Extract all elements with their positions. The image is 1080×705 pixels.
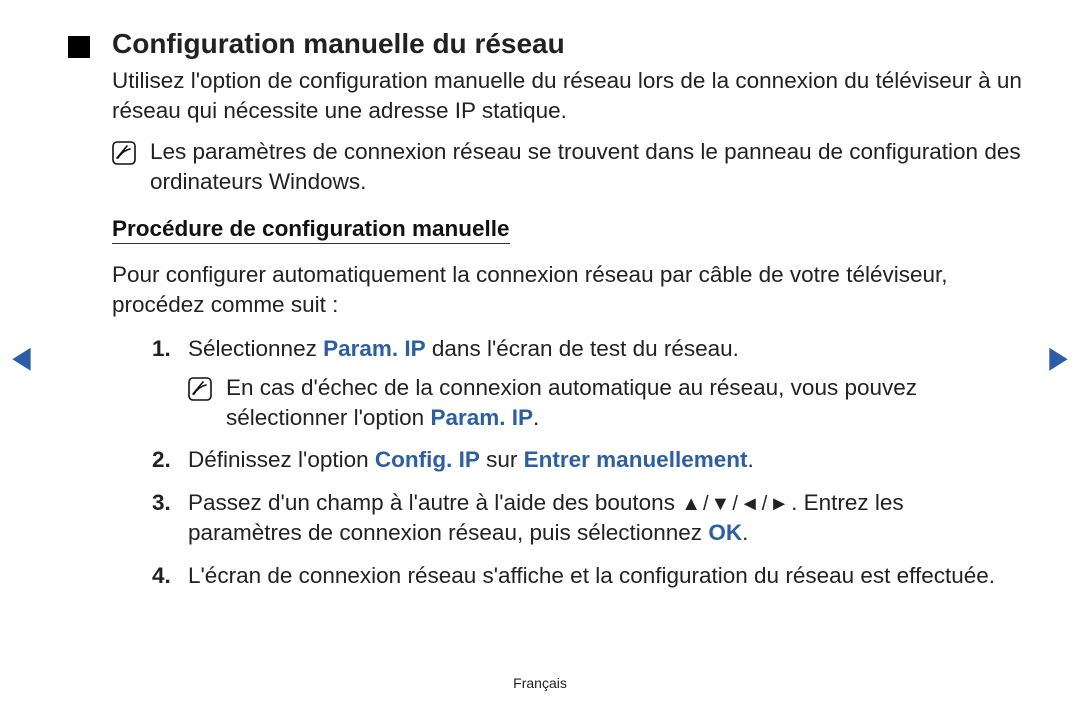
dpad-arrows-icon: ▲/▼/◄/► bbox=[681, 493, 791, 515]
subhead-wrap: Procédure de configuration manuelle bbox=[58, 216, 1022, 252]
text: L'écran de connexion réseau s'affiche et… bbox=[188, 563, 995, 588]
text: . bbox=[742, 520, 748, 545]
step-body: Passez d'un champ à l'autre à l'aide des… bbox=[188, 488, 1022, 549]
nav-prev-icon[interactable]: ◀ bbox=[12, 340, 30, 375]
text: Sélectionnez bbox=[188, 336, 323, 361]
step-2: 2. Définissez l'option Config. IP sur En… bbox=[152, 445, 1022, 475]
text: Définissez l'option bbox=[188, 447, 375, 472]
note-icon bbox=[188, 377, 212, 434]
nav-next-icon[interactable]: ▶ bbox=[1049, 340, 1067, 375]
step-body: L'écran de connexion réseau s'affiche et… bbox=[188, 561, 1022, 591]
step-number: 4. bbox=[152, 561, 178, 591]
text: dans l'écran de test du réseau. bbox=[426, 336, 739, 361]
step-1-note: En cas d'échec de la connexion automatiq… bbox=[188, 373, 1022, 434]
page-language-footer: Français bbox=[0, 675, 1080, 691]
intro-text: Utilisez l'option de configuration manue… bbox=[112, 66, 1022, 127]
sub-intro: Pour configurer automatiquement la conne… bbox=[112, 260, 1022, 321]
step-body: Définissez l'option Config. IP sur Entre… bbox=[188, 445, 1022, 475]
param-ip-label: Param. IP bbox=[323, 336, 426, 361]
text: sur bbox=[480, 447, 524, 472]
page-title: Configuration manuelle du réseau bbox=[112, 28, 565, 60]
step-number: 3. bbox=[152, 488, 178, 549]
enter-manually-label: Entrer manuellement bbox=[524, 447, 748, 472]
sub-heading: Procédure de configuration manuelle bbox=[112, 216, 510, 244]
param-ip-label: Param. IP bbox=[430, 405, 533, 430]
steps-list: 1. Sélectionnez Param. IP dans l'écran d… bbox=[152, 334, 1022, 591]
text: Passez d'un champ à l'autre à l'aide des… bbox=[188, 490, 681, 515]
text: . bbox=[533, 405, 539, 430]
note-text: Les paramètres de connexion réseau se tr… bbox=[150, 137, 1022, 198]
note-block: Les paramètres de connexion réseau se tr… bbox=[112, 137, 1022, 198]
text: En cas d'échec de la connexion automatiq… bbox=[226, 375, 917, 430]
step-number: 2. bbox=[152, 445, 178, 475]
manual-page: ◀ ▶ Configuration manuelle du réseau Uti… bbox=[0, 0, 1080, 705]
section-bullet-icon bbox=[68, 36, 90, 58]
step-number: 1. bbox=[152, 334, 178, 433]
step-3: 3. Passez d'un champ à l'autre à l'aide … bbox=[152, 488, 1022, 549]
step-1-note-text: En cas d'échec de la connexion automatiq… bbox=[226, 373, 1022, 434]
text: . bbox=[747, 447, 753, 472]
note-icon bbox=[112, 141, 136, 198]
title-row: Configuration manuelle du réseau bbox=[68, 28, 1022, 60]
step-body: Sélectionnez Param. IP dans l'écran de t… bbox=[188, 334, 1022, 433]
ok-label: OK bbox=[708, 520, 742, 545]
config-ip-label: Config. IP bbox=[375, 447, 480, 472]
step-4: 4. L'écran de connexion réseau s'affiche… bbox=[152, 561, 1022, 591]
step-1: 1. Sélectionnez Param. IP dans l'écran d… bbox=[152, 334, 1022, 433]
